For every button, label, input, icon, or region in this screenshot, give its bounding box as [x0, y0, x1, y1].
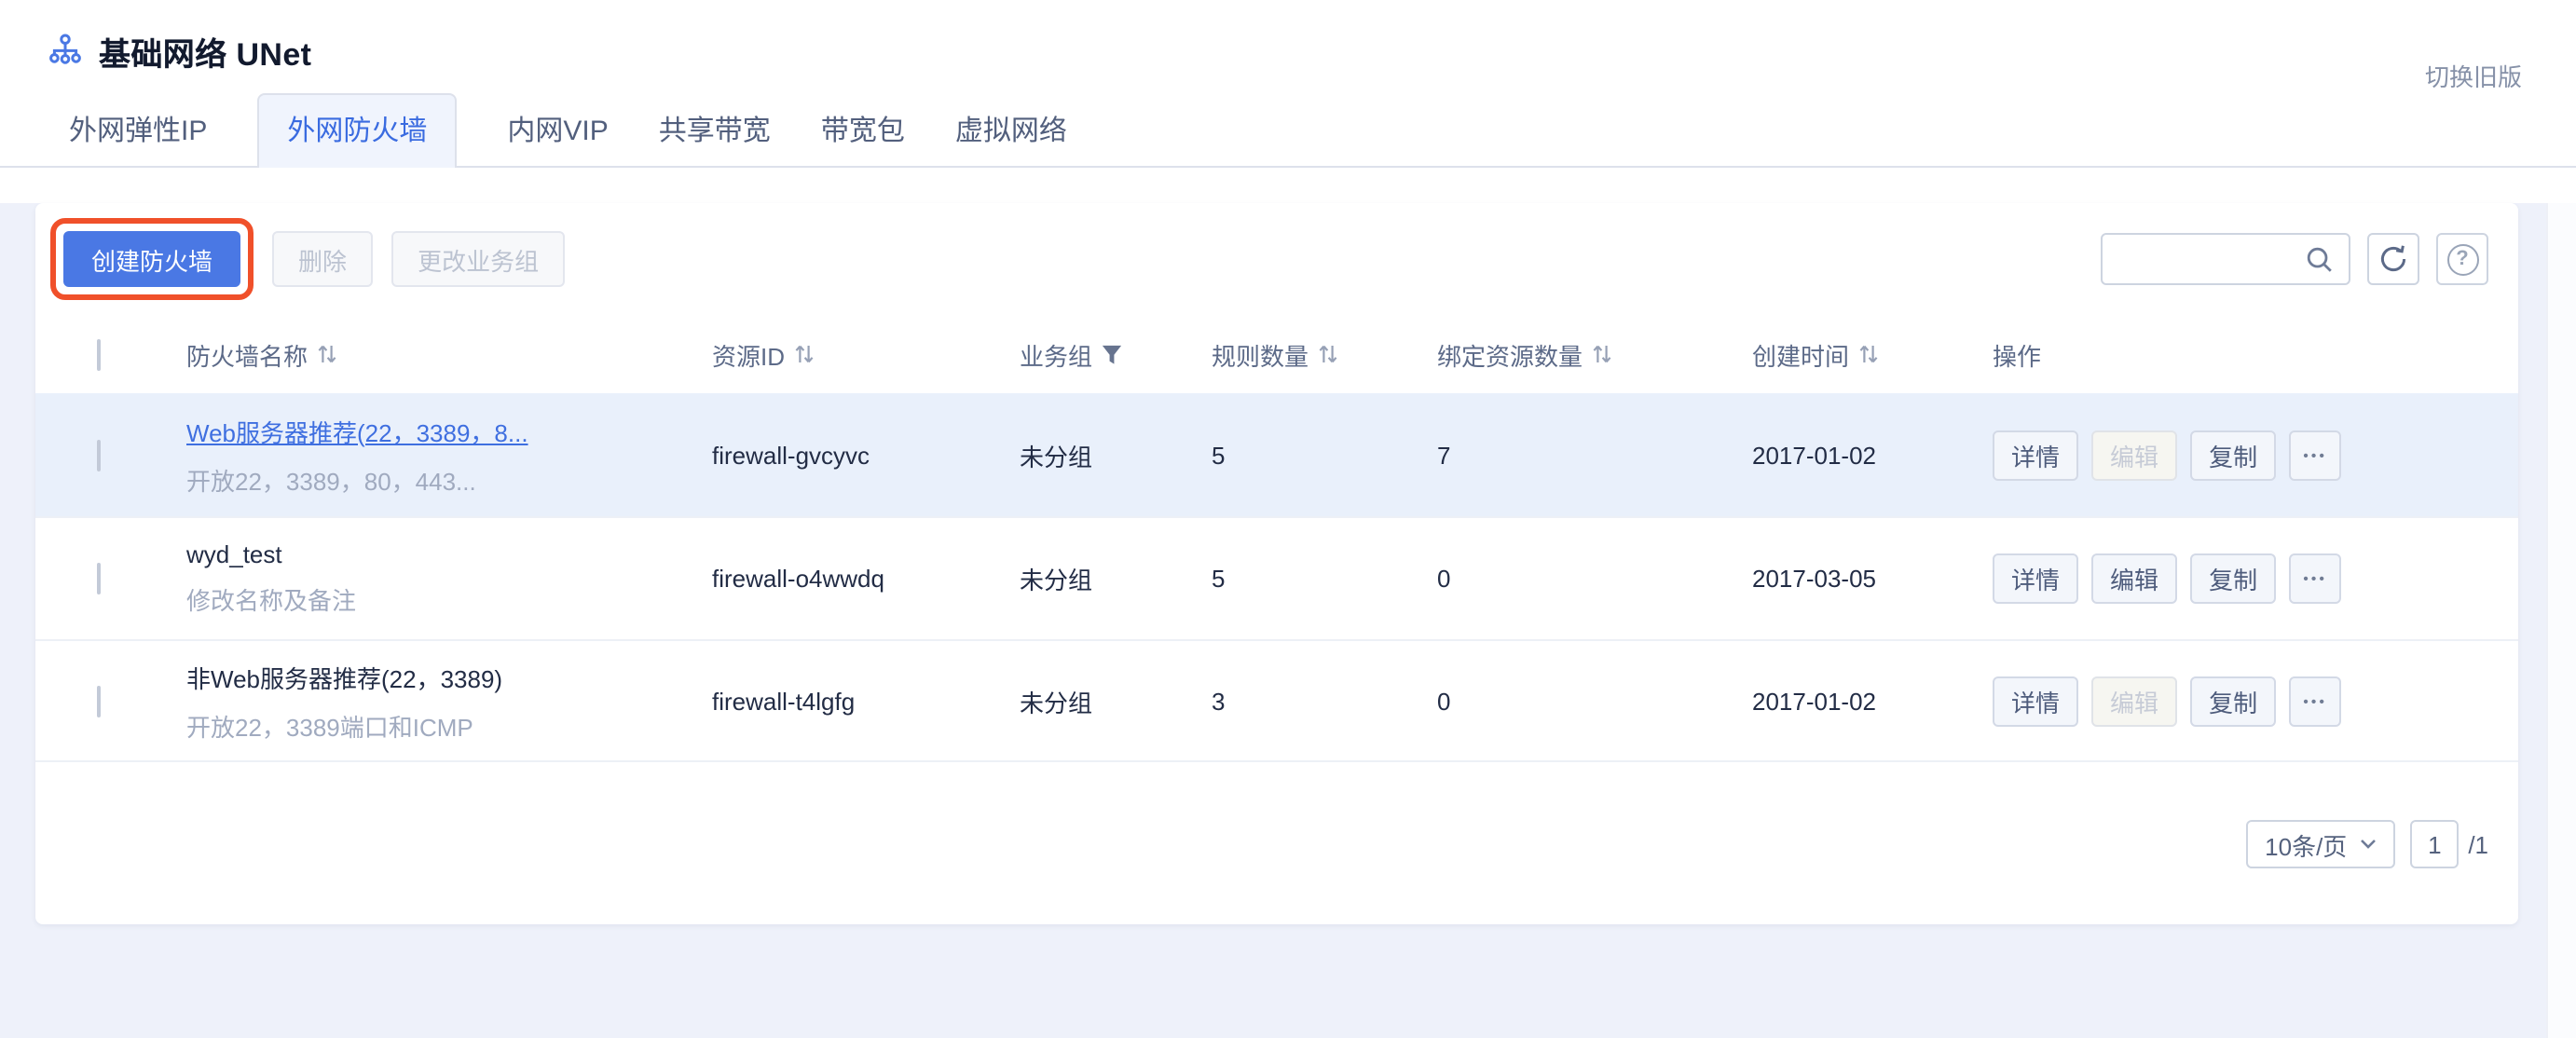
- switch-old-version-link[interactable]: 切换旧版: [2425, 58, 2522, 93]
- edit-button[interactable]: 编辑: [2091, 553, 2177, 604]
- business-group: 未分组: [1020, 683, 1212, 718]
- row-checkbox[interactable]: [97, 685, 101, 717]
- firewall-name: wyd_test: [186, 540, 282, 568]
- rule-count: 5: [1212, 565, 1437, 593]
- edit-button[interactable]: 编辑: [2091, 430, 2177, 480]
- screen: 基础网络 UNet 切换旧版 外网弹性IP 外网防火墙 内网VIP 共享带宽 带…: [0, 0, 2576, 1038]
- sort-icon[interactable]: [794, 343, 815, 365]
- firewall-table-card: 创建防火墙 删除 更改业务组: [35, 203, 2518, 924]
- column-header-created-time[interactable]: 创建时间: [1752, 336, 1993, 372]
- sort-icon[interactable]: [1318, 343, 1338, 365]
- chevron-down-icon: [2360, 839, 2377, 850]
- copy-button[interactable]: 复制: [2190, 553, 2276, 604]
- refresh-button[interactable]: [2367, 233, 2419, 285]
- more-actions-button[interactable]: •••: [2289, 676, 2341, 726]
- row-checkbox[interactable]: [97, 563, 101, 594]
- tab-shared-bandwidth[interactable]: 共享带宽: [659, 95, 771, 166]
- sort-icon[interactable]: [317, 343, 337, 365]
- help-icon: ?: [2446, 243, 2478, 275]
- tab-bar: 外网弹性IP 外网防火墙 内网VIP 共享带宽 带宽包 虚拟网络: [0, 93, 2576, 168]
- tab-intranet-vip[interactable]: 内网VIP: [507, 95, 608, 166]
- resource-id: firewall-o4wwdq: [712, 565, 1020, 593]
- create-firewall-button[interactable]: 创建防火墙: [63, 231, 240, 287]
- unet-console-page: 基础网络 UNet 切换旧版 外网弹性IP 外网防火墙 内网VIP 共享带宽 带…: [0, 0, 2576, 1038]
- tab-virtual-network[interactable]: 虚拟网络: [955, 95, 1067, 166]
- created-time: 2017-01-02: [1752, 441, 1993, 469]
- table-header-row: 防火墙名称 资源ID 业务组: [35, 315, 2518, 393]
- firewall-name: 非Web服务器推荐(22，3389): [186, 664, 502, 692]
- toolbar-right: ?: [2101, 233, 2488, 285]
- more-icon: •••: [2303, 446, 2327, 463]
- row-checkbox[interactable]: [97, 439, 101, 471]
- column-header-bound-count[interactable]: 绑定资源数量: [1437, 336, 1752, 372]
- refresh-icon: [2378, 244, 2408, 274]
- highlight-annotation-box: 创建防火墙: [50, 218, 253, 300]
- detail-button[interactable]: 详情: [1993, 553, 2078, 604]
- column-header-name[interactable]: 防火墙名称: [186, 336, 712, 372]
- table-row[interactable]: 非Web服务器推荐(22，3389) 开放22，3389端口和ICMP fire…: [35, 639, 2518, 762]
- firewall-remark: 开放22，3389端口和ICMP: [186, 707, 712, 743]
- resource-id: firewall-gvcyvc: [712, 441, 1020, 469]
- table-row[interactable]: wyd_test 修改名称及备注 firewall-o4wwdq 未分组 5 0…: [35, 516, 2518, 639]
- detail-button[interactable]: 详情: [1993, 676, 2078, 726]
- change-business-group-button[interactable]: 更改业务组: [391, 231, 565, 287]
- column-header-actions: 操作: [1993, 336, 2518, 372]
- more-icon: •••: [2303, 692, 2327, 709]
- firewall-name-link[interactable]: Web服务器推荐(22，3389，8...: [186, 418, 528, 446]
- bound-count: 7: [1437, 441, 1752, 469]
- edit-button[interactable]: 编辑: [2091, 676, 2177, 726]
- created-time: 2017-01-02: [1752, 687, 1993, 715]
- tab-eip[interactable]: 外网弹性IP: [69, 95, 207, 166]
- firewall-remark: 开放22，3389，80，443...: [186, 461, 712, 497]
- scrollbar-track[interactable]: [2546, 203, 2576, 1038]
- bound-count: 0: [1437, 687, 1752, 715]
- toolbar: 创建防火墙 删除 更改业务组: [35, 203, 2518, 300]
- table-row[interactable]: Web服务器推荐(22，3389，8... 开放22，3389，80，443..…: [35, 393, 2518, 516]
- network-topology-icon: [48, 34, 82, 67]
- page-size-value: 10条/页: [2265, 826, 2347, 862]
- search-box: [2101, 233, 2350, 285]
- rule-count: 5: [1212, 441, 1437, 469]
- sort-icon[interactable]: [1858, 343, 1879, 365]
- firewall-remark: 修改名称及备注: [186, 581, 712, 617]
- bound-count: 0: [1437, 565, 1752, 593]
- pagination: 10条/页 1 /1: [2246, 820, 2488, 868]
- delete-button[interactable]: 删除: [272, 231, 373, 287]
- detail-button[interactable]: 详情: [1993, 430, 2078, 480]
- created-time: 2017-03-05: [1752, 565, 1993, 593]
- filter-icon[interactable]: [1102, 344, 1122, 364]
- search-icon[interactable]: [2306, 245, 2334, 273]
- tab-firewall[interactable]: 外网防火墙: [257, 93, 457, 168]
- copy-button[interactable]: 复制: [2190, 430, 2276, 480]
- column-header-business-group[interactable]: 业务组: [1020, 336, 1212, 372]
- business-group: 未分组: [1020, 437, 1212, 472]
- copy-button[interactable]: 复制: [2190, 676, 2276, 726]
- business-group: 未分组: [1020, 561, 1212, 596]
- rule-count: 3: [1212, 687, 1437, 715]
- content-area: 创建防火墙 删除 更改业务组: [0, 203, 2576, 1038]
- sort-icon[interactable]: [1592, 343, 1612, 365]
- total-pages: /1: [2468, 830, 2488, 858]
- more-actions-button[interactable]: •••: [2289, 430, 2341, 480]
- search-input[interactable]: [2117, 246, 2306, 272]
- page-header: 基础网络 UNet: [0, 0, 2576, 71]
- more-actions-button[interactable]: •••: [2289, 553, 2341, 604]
- column-header-rule-count[interactable]: 规则数量: [1212, 336, 1437, 372]
- current-page-box[interactable]: 1: [2410, 820, 2459, 868]
- page-size-select[interactable]: 10条/页: [2246, 820, 2395, 868]
- more-icon: •••: [2303, 570, 2327, 587]
- page-title: 基础网络 UNet: [99, 27, 311, 74]
- select-all-checkbox[interactable]: [97, 338, 101, 370]
- resource-id: firewall-t4lgfg: [712, 687, 1020, 715]
- column-header-resource-id[interactable]: 资源ID: [712, 336, 1020, 372]
- help-button[interactable]: ?: [2436, 233, 2488, 285]
- tab-bandwidth-package[interactable]: 带宽包: [821, 95, 905, 166]
